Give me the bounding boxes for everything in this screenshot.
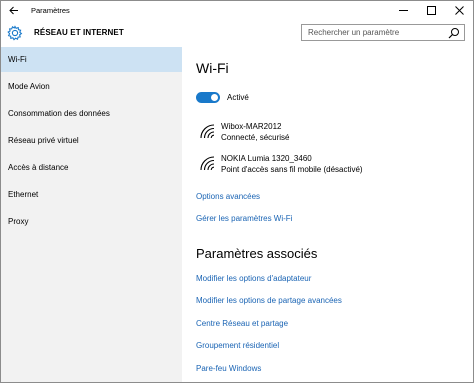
search-icon bbox=[448, 27, 459, 38]
section-title: RÉSEAU ET INTERNET bbox=[34, 28, 124, 37]
search-placeholder: Rechercher un paramètre bbox=[308, 28, 400, 37]
settings-window: Paramètres RÉSEAU ET INTERNET Rechercher… bbox=[0, 0, 474, 383]
sidebar-item-proxy[interactable]: Proxy bbox=[1, 209, 182, 234]
settings-header: RÉSEAU ET INTERNET Rechercher un paramèt… bbox=[1, 19, 473, 47]
sidebar-item-data-usage[interactable]: Consommation des données bbox=[1, 101, 182, 126]
advanced-options-link[interactable]: Options avancées bbox=[196, 192, 260, 201]
homegroup-link[interactable]: Groupement résidentiel bbox=[196, 341, 279, 350]
toggle-label: Activé bbox=[227, 93, 249, 102]
search-input[interactable]: Rechercher un paramètre bbox=[301, 24, 465, 41]
sidebar-item-label: Ethernet bbox=[8, 190, 39, 199]
sidebar-item-airplane-mode[interactable]: Mode Avion bbox=[1, 74, 182, 99]
sidebar-item-label: Réseau privé virtuel bbox=[8, 136, 79, 145]
sharing-options-link[interactable]: Modifier les options de partage avancées bbox=[196, 296, 342, 305]
windows-firewall-link[interactable]: Pare-feu Windows bbox=[196, 364, 261, 373]
sidebar-item-label: Accès à distance bbox=[8, 163, 69, 172]
adapter-options-link[interactable]: Modifier les options d'adaptateur bbox=[196, 274, 311, 283]
sidebar-item-vpn[interactable]: Réseau privé virtuel bbox=[1, 128, 182, 153]
sidebar-item-label: Wi-Fi bbox=[8, 55, 27, 64]
close-icon bbox=[454, 5, 464, 15]
arrow-left-icon bbox=[9, 6, 18, 14]
network-sharing-center-link[interactable]: Centre Réseau et partage bbox=[196, 319, 288, 328]
gear-icon bbox=[7, 25, 23, 41]
sidebar-item-dial-up[interactable]: Accès à distance bbox=[1, 155, 182, 180]
close-button[interactable] bbox=[445, 1, 473, 19]
minimize-icon bbox=[398, 9, 408, 11]
toggle-knob bbox=[211, 94, 218, 101]
manage-wifi-settings-link[interactable]: Gérer les paramètres Wi-Fi bbox=[196, 214, 292, 223]
page-title: Wi-Fi bbox=[196, 60, 229, 76]
wifi-icon bbox=[200, 124, 215, 139]
maximize-button[interactable] bbox=[417, 1, 445, 19]
window-controls bbox=[389, 1, 473, 19]
maximize-icon bbox=[426, 5, 436, 15]
sidebar-item-label: Proxy bbox=[8, 217, 29, 226]
network-status: Point d'accès sans fil mobile (désactivé… bbox=[221, 165, 363, 174]
sidebar: Wi-Fi Mode Avion Consommation des donnée… bbox=[1, 47, 182, 382]
wifi-icon bbox=[200, 156, 215, 171]
minimize-button[interactable] bbox=[389, 1, 417, 19]
window-title: Paramètres bbox=[31, 5, 70, 15]
network-status: Connecté, sécurisé bbox=[221, 133, 290, 142]
network-item[interactable]: Wibox-MAR2012 Connecté, sécurisé bbox=[196, 120, 456, 146]
back-button[interactable] bbox=[1, 1, 27, 19]
wifi-toggle[interactable] bbox=[196, 92, 220, 103]
network-name: Wibox-MAR2012 bbox=[221, 122, 282, 131]
title-bar: Paramètres bbox=[1, 1, 473, 19]
sidebar-item-ethernet[interactable]: Ethernet bbox=[1, 182, 182, 207]
sidebar-item-label: Mode Avion bbox=[8, 82, 50, 91]
sidebar-item-wifi[interactable]: Wi-Fi bbox=[1, 47, 182, 72]
main-content: Wi-Fi Activé Wibox-MAR2012 Connecté, séc… bbox=[182, 47, 473, 382]
related-settings-title: Paramètres associés bbox=[196, 246, 318, 261]
network-item[interactable]: NOKIA Lumia 1320_3460 Point d'accès sans… bbox=[196, 152, 456, 178]
network-name: NOKIA Lumia 1320_3460 bbox=[221, 154, 312, 163]
sidebar-item-label: Consommation des données bbox=[8, 109, 110, 118]
